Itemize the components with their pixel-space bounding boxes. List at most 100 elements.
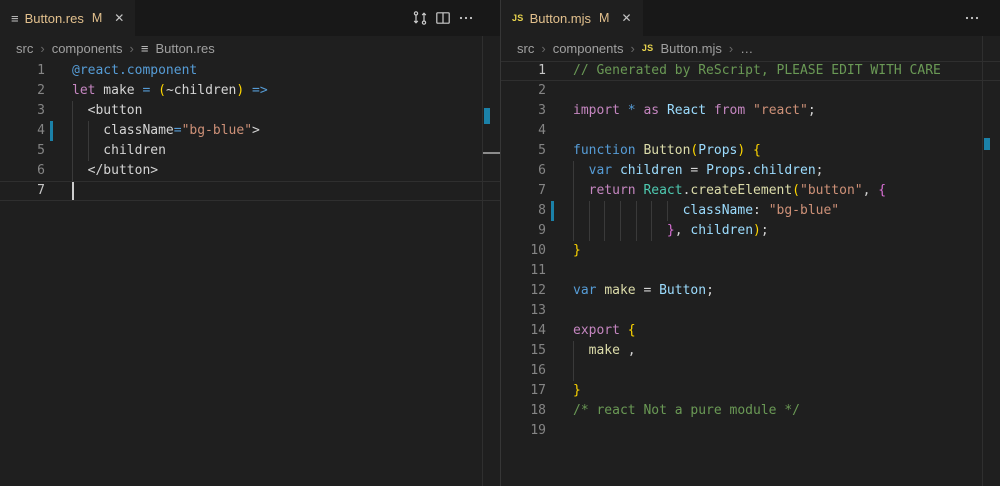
overview-ruler-left[interactable] — [482, 36, 500, 486]
line-number: 10 — [501, 241, 546, 261]
code-line[interactable]: 6 var children = Props.children; — [501, 161, 1000, 181]
code-line[interactable]: 9 }, children); — [501, 221, 1000, 241]
code-line[interactable]: 4 — [501, 121, 1000, 141]
split-editor-icon[interactable] — [435, 10, 451, 26]
code-line-content: className: "bg-blue" — [573, 201, 1000, 221]
line-number: 6 — [0, 161, 45, 181]
line-number: 2 — [0, 81, 45, 101]
code-token: } — [573, 383, 581, 398]
code-line[interactable]: 7 return React.createElement("button", { — [501, 181, 1000, 201]
code-token: ; — [706, 283, 714, 298]
code-token: ) — [753, 223, 761, 238]
code-line[interactable]: 2 — [501, 81, 1000, 101]
code-line[interactable]: 13 — [501, 301, 1000, 321]
indent-guide — [604, 201, 605, 221]
chevron-right-icon: › — [729, 41, 733, 56]
overview-ruler-right[interactable] — [982, 36, 1000, 486]
indent-guide — [573, 221, 574, 241]
code-token: "button" — [800, 183, 863, 198]
code-token: . — [745, 163, 753, 178]
breadcrumb-item-components[interactable]: components — [553, 41, 624, 56]
code-token: { — [628, 323, 636, 338]
code-line[interactable]: 2let make = (~children) => — [0, 81, 500, 101]
code-line-content: function Button(Props) { — [573, 141, 1000, 161]
tab-bar-left: ≡ Button.res M ✕ — [0, 0, 500, 36]
code-line[interactable]: 8 className: "bg-blue" — [501, 201, 1000, 221]
code-token: "bg-blue" — [182, 123, 252, 138]
code-token: </button> — [72, 163, 158, 178]
code-line[interactable]: 17} — [501, 381, 1000, 401]
code-line-content: } — [573, 381, 1000, 401]
line-number: 2 — [501, 81, 546, 101]
breadcrumb-item-symbol[interactable]: … — [740, 41, 753, 56]
breadcrumb-item-src[interactable]: src — [517, 41, 534, 56]
more-actions-icon[interactable] — [964, 10, 980, 26]
code-editor-left[interactable]: 1@react.component2let make = (~children)… — [0, 61, 500, 486]
tab-bar-right: JS Button.mjs M ✕ — [501, 0, 1000, 36]
code-line[interactable]: 5 children — [0, 141, 500, 161]
code-token: from — [714, 103, 753, 118]
breadcrumb-item-components[interactable]: components — [52, 41, 123, 56]
res-file-icon: ≡ — [141, 42, 149, 55]
indent-guide — [88, 141, 89, 161]
code-line[interactable]: 14export { — [501, 321, 1000, 341]
code-editor-right[interactable]: 1// Generated by ReScript, PLEASE EDIT W… — [501, 61, 1000, 486]
indent-guide — [573, 181, 574, 201]
close-icon[interactable]: ✕ — [114, 12, 124, 24]
line-number: 13 — [501, 301, 546, 321]
breadcrumb-left: src › components › ≡ Button.res — [0, 36, 500, 61]
line-number: 8 — [501, 201, 546, 221]
modified-badge: M — [92, 11, 102, 25]
code-token — [244, 83, 252, 98]
code-token: /* react Not a pure module */ — [573, 403, 800, 418]
tab-label: Button.res — [25, 11, 84, 26]
indent-guide — [88, 121, 89, 141]
code-line[interactable]: 5function Button(Props) { — [501, 141, 1000, 161]
code-line[interactable]: 3 <button — [0, 101, 500, 121]
editor-pane-right: JS Button.mjs M ✕ src › components › — [500, 0, 1000, 486]
code-token: createElement — [690, 183, 792, 198]
line-number: 7 — [0, 181, 45, 201]
code-token: Button — [643, 143, 690, 158]
code-line[interactable]: 19 — [501, 421, 1000, 441]
code-token: export — [573, 323, 628, 338]
indent-guide — [620, 221, 621, 241]
code-line[interactable]: 1@react.component — [0, 61, 500, 81]
code-line[interactable]: 3import * as React from "react"; — [501, 101, 1000, 121]
tab-button-res[interactable]: ≡ Button.res M ✕ — [0, 0, 135, 36]
code-line-content: className="bg-blue"> — [72, 121, 500, 141]
code-line[interactable]: 15 make , — [501, 341, 1000, 361]
code-line[interactable]: 12var make = Button; — [501, 281, 1000, 301]
text-cursor — [72, 182, 74, 200]
compare-changes-icon[interactable] — [412, 10, 428, 26]
code-line[interactable]: 4 className="bg-blue"> — [0, 121, 500, 141]
code-token: , — [620, 343, 636, 358]
tab-button-mjs[interactable]: JS Button.mjs M ✕ — [501, 0, 643, 36]
breadcrumb-item-file[interactable]: Button.res — [155, 41, 214, 56]
code-line-content — [573, 361, 1000, 381]
code-token: React — [667, 103, 714, 118]
line-number: 16 — [501, 361, 546, 381]
code-line[interactable]: 18/* react Not a pure module */ — [501, 401, 1000, 421]
close-icon[interactable]: ✕ — [621, 12, 631, 24]
breadcrumb-item-src[interactable]: src — [16, 41, 33, 56]
code-token: className — [683, 203, 753, 218]
code-line[interactable]: 11 — [501, 261, 1000, 281]
code-line[interactable]: 16 — [501, 361, 1000, 381]
code-line[interactable]: 6 </button> — [0, 161, 500, 181]
code-token: = — [174, 123, 182, 138]
code-line-content: export { — [573, 321, 1000, 341]
more-actions-icon[interactable] — [458, 10, 474, 26]
code-token: = — [683, 163, 706, 178]
git-modified-gutter-marker — [551, 201, 554, 221]
code-token: * — [628, 103, 644, 118]
code-line[interactable]: 10} — [501, 241, 1000, 261]
code-line[interactable]: 1// Generated by ReScript, PLEASE EDIT W… — [501, 61, 1000, 81]
code-token — [745, 143, 753, 158]
code-line[interactable]: 7 — [0, 181, 500, 201]
breadcrumb-item-file[interactable]: Button.mjs — [660, 41, 721, 56]
code-token: as — [643, 103, 666, 118]
code-line-content: return React.createElement("button", { — [573, 181, 1000, 201]
line-number: 12 — [501, 281, 546, 301]
indent-guide — [72, 141, 73, 161]
